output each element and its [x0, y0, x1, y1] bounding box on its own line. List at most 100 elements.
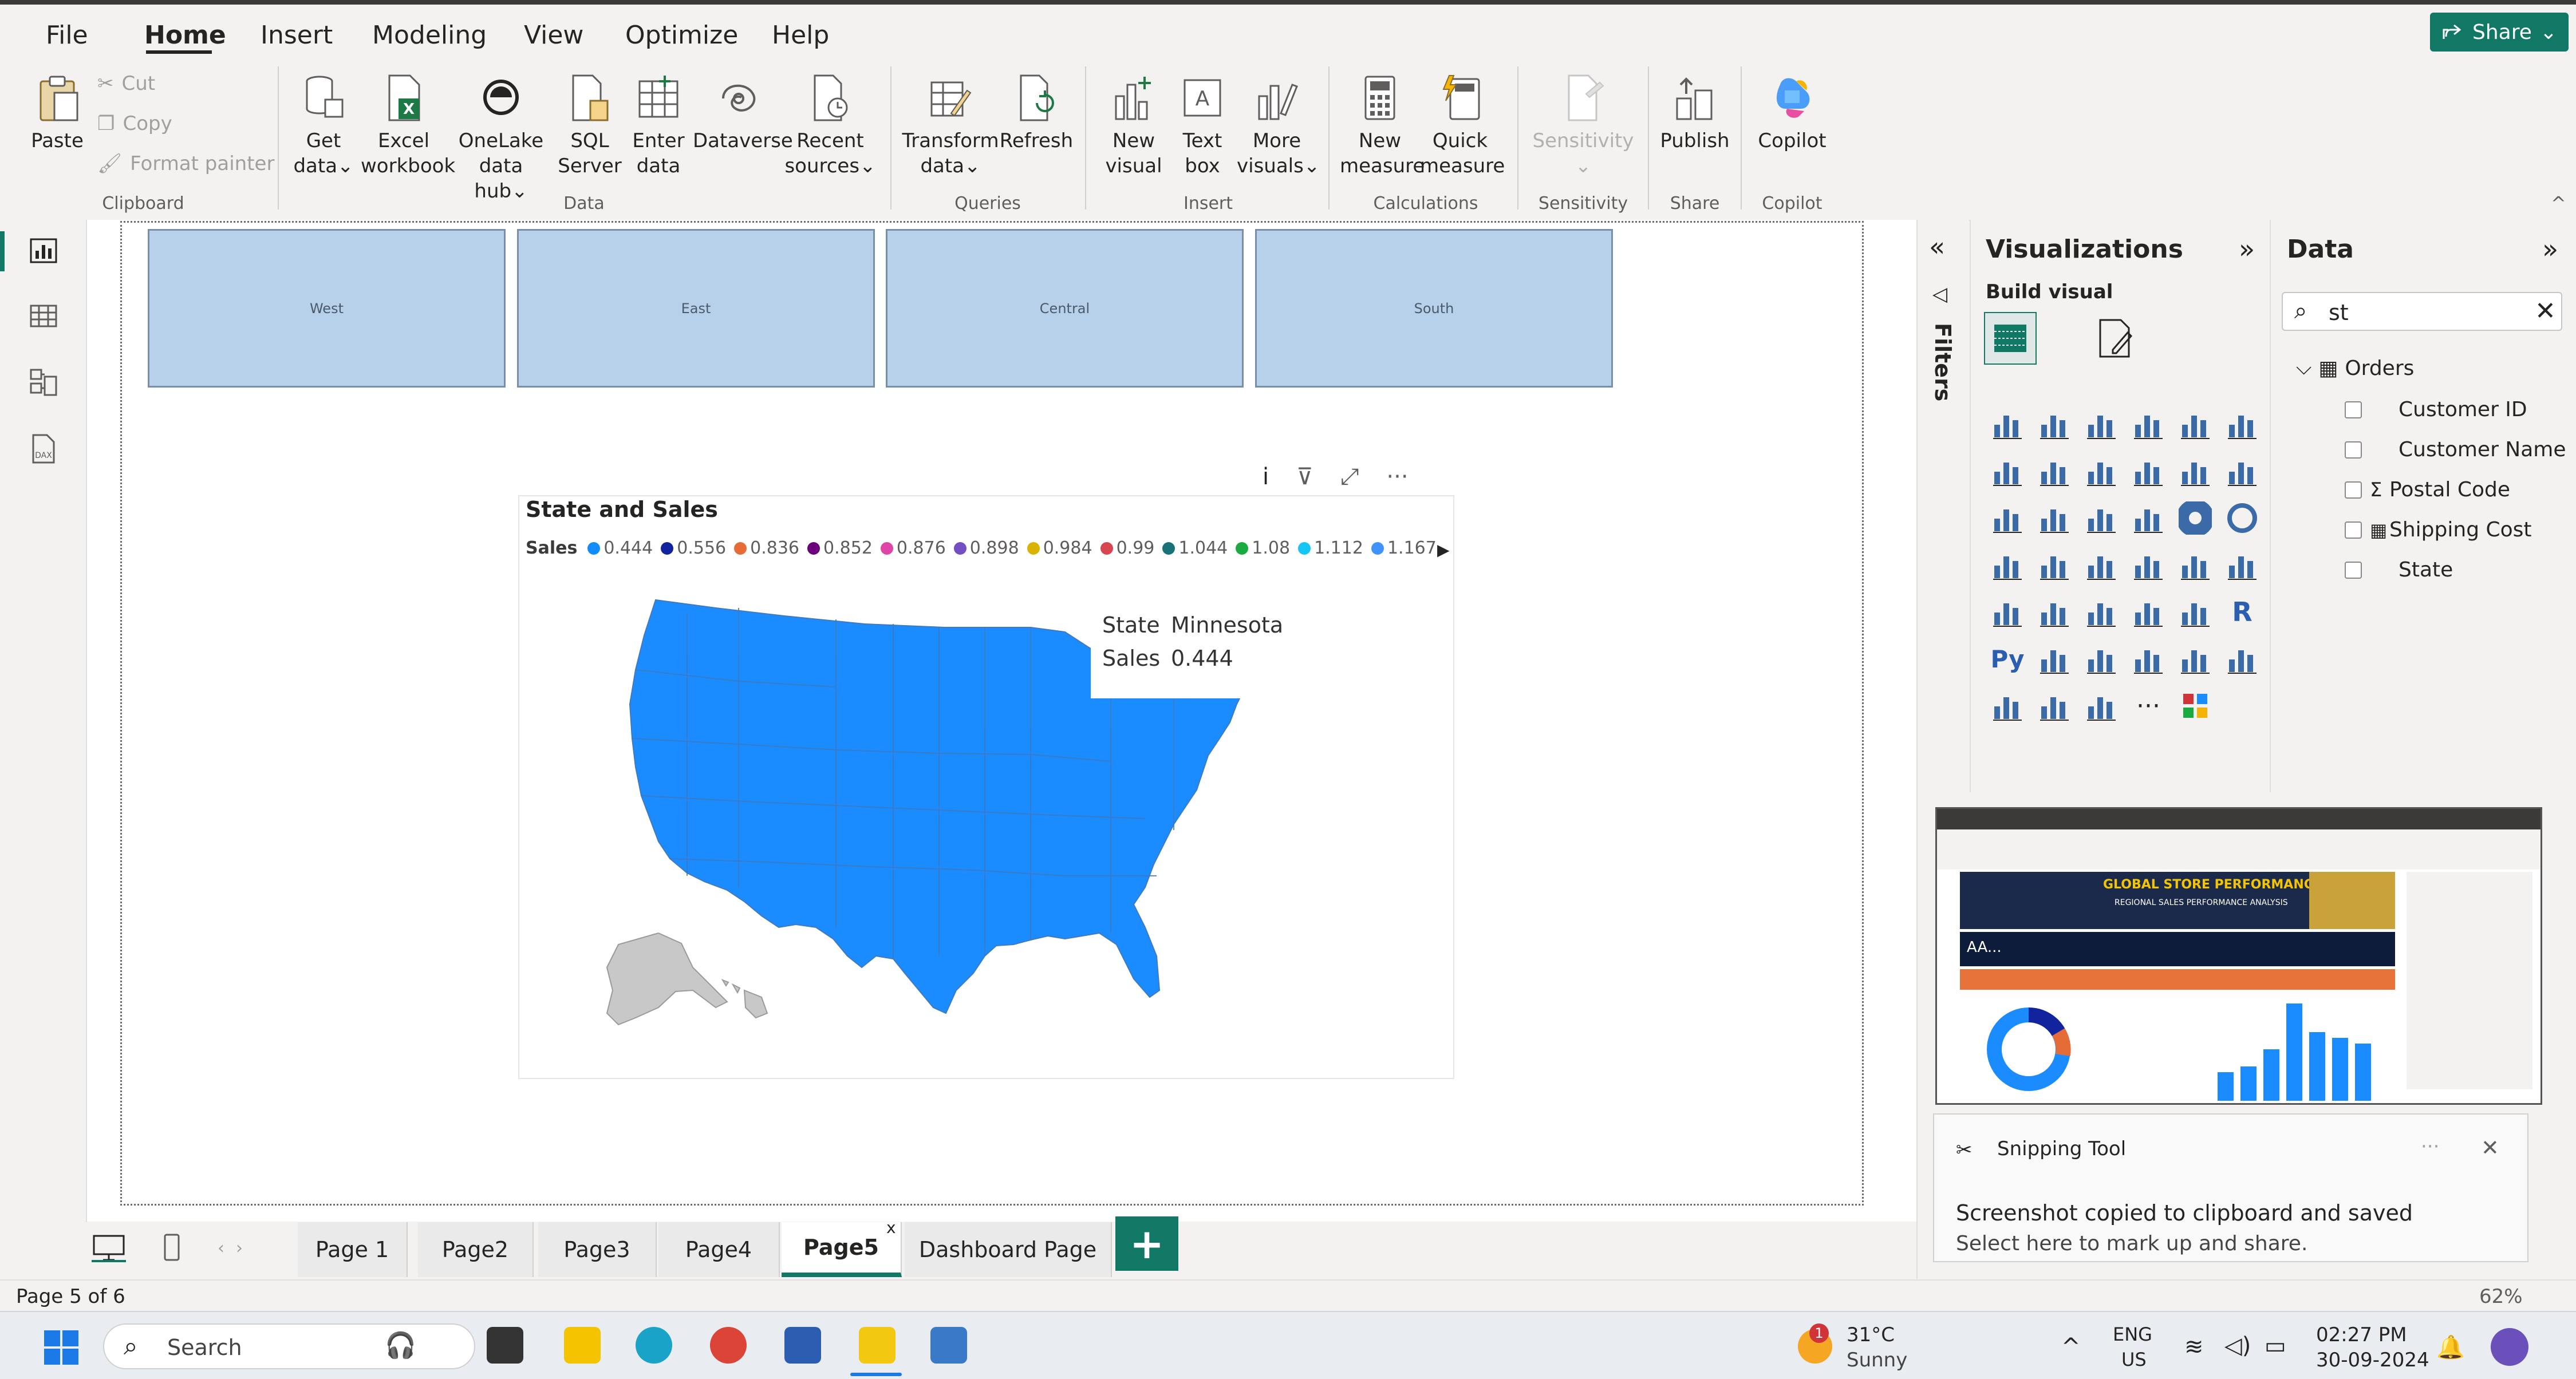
sensitivity-button[interactable]: Sensitivity ⌄	[1529, 73, 1638, 179]
visual-type-r-visual[interactable]: R	[2219, 588, 2266, 635]
visual-type-matrix[interactable]	[2172, 588, 2219, 635]
visual-type-stacked-column[interactable]	[2031, 401, 2078, 448]
excel-workbook-button[interactable]: X Excel workbook	[361, 73, 455, 179]
visual-type-map[interactable]	[2031, 542, 2078, 588]
menu-insert[interactable]: Insert	[261, 21, 333, 50]
table-view-icon[interactable]	[27, 300, 60, 332]
report-view-icon[interactable]	[27, 235, 60, 267]
expand-filters-icon[interactable]: «	[1929, 231, 1945, 262]
store-icon[interactable]	[784, 1327, 821, 1364]
legend-item[interactable]: 1.112	[1298, 538, 1363, 558]
collapse-data-icon[interactable]: »	[2542, 234, 2558, 264]
visual-type-decomposition-tree[interactable]	[2078, 635, 2125, 682]
visual-type-clustered-column[interactable]	[2125, 401, 2172, 448]
copy-button[interactable]: ❐ Copy	[97, 112, 172, 135]
menu-view[interactable]: View	[524, 21, 583, 50]
field-checkbox[interactable]	[2345, 481, 2362, 499]
more-options-icon[interactable]: ···	[2421, 1135, 2439, 1158]
visual-type-paginated[interactable]	[1984, 682, 2031, 729]
visual-type-azure-map[interactable]	[2125, 542, 2172, 588]
get-data-button[interactable]: Get data⌄	[289, 73, 358, 179]
format-painter-button[interactable]: 🖌 Format painter	[97, 152, 274, 175]
region-tile-central[interactable]: Central	[886, 229, 1244, 388]
add-page-button[interactable]: +	[1115, 1216, 1178, 1271]
clock-time[interactable]: 02:27 PM	[2316, 1323, 2407, 1346]
menu-home[interactable]: Home	[144, 21, 226, 50]
visual-type-metrics[interactable]	[2219, 635, 2266, 682]
visual-type-line-column[interactable]	[2219, 448, 2266, 495]
visual-type-scatter[interactable]	[2125, 495, 2172, 542]
region-tile-west[interactable]: West	[148, 229, 506, 388]
visual-type-line[interactable]	[1984, 448, 2031, 495]
battery-icon[interactable]: ▭	[2265, 1333, 2286, 1359]
dataverse-button[interactable]: Dataverse	[693, 73, 793, 153]
visual-type-area[interactable]	[2031, 448, 2078, 495]
more-visuals-button[interactable]: More visuals⌄	[1237, 73, 1320, 179]
dax-query-view-icon[interactable]: DAX	[27, 433, 60, 465]
file-explorer-icon[interactable]	[564, 1327, 601, 1364]
visual-type-stacked-area[interactable]	[2078, 448, 2125, 495]
new-visual-button[interactable]: New visual	[1096, 73, 1171, 179]
onelake-data-hub-button[interactable]: OneLake data hub⌄	[452, 73, 550, 204]
next-page-icon[interactable]: ›	[236, 1238, 243, 1258]
chrome-icon[interactable]	[710, 1327, 747, 1364]
visual-type-waterfall[interactable]	[2031, 495, 2078, 542]
legend-item[interactable]: 0.556	[661, 538, 726, 558]
field-customer-id[interactable]: Customer ID	[2345, 398, 2527, 421]
zoom-level[interactable]: 62%	[2479, 1285, 2523, 1308]
text-box-button[interactable]: A Text box	[1171, 73, 1234, 179]
mobile-layout-icon[interactable]	[160, 1234, 183, 1262]
share-button[interactable]: Share ⌄	[2430, 13, 2569, 52]
collapse-ribbon-icon[interactable]: ^	[2551, 192, 2566, 214]
snipping-tool-notification[interactable]: ✂ Snipping Tool ··· ✕ Screenshot copied …	[1933, 1113, 2528, 1262]
visual-type-donut[interactable]	[2219, 495, 2266, 542]
region-tile-south[interactable]: South	[1255, 229, 1613, 388]
menu-modeling[interactable]: Modeling	[372, 21, 487, 50]
refresh-button[interactable]: Refresh	[999, 73, 1074, 153]
paste-button[interactable]: Paste	[26, 73, 89, 153]
visual-type-ribbon[interactable]	[2125, 448, 2172, 495]
info-icon[interactable]: i	[1263, 464, 1269, 490]
notifications-icon[interactable]: 🔔	[2436, 1334, 2465, 1361]
transform-data-button[interactable]: Transform data⌄	[902, 73, 999, 179]
region-tile-east[interactable]: East	[517, 229, 875, 388]
quick-measure-button[interactable]: Quick measure	[1420, 73, 1505, 179]
legend-item[interactable]: 0.836	[734, 538, 799, 558]
legend-item[interactable]: 1.167	[1371, 538, 1437, 558]
get-more-visuals-icon[interactable]	[2172, 682, 2219, 729]
field-postal-code[interactable]: Σ Postal Code	[2345, 478, 2510, 501]
menu-optimize[interactable]: Optimize	[625, 21, 738, 50]
visual-type-slicer[interactable]	[2078, 588, 2125, 635]
legend-item[interactable]: 0.876	[880, 538, 946, 558]
visual-type-gauge[interactable]	[2172, 542, 2219, 588]
legend-next-arrow[interactable]: ▶	[1437, 540, 1450, 559]
visual-type-kpi[interactable]	[2031, 588, 2078, 635]
new-measure-button[interactable]: New measure	[1340, 73, 1425, 179]
data-search-box[interactable]: ⌕ st ✕	[2282, 292, 2562, 331]
desktop-layout-icon[interactable]	[92, 1234, 126, 1262]
visual-type-python-visual[interactable]: Py	[1984, 635, 2031, 682]
show-hidden-icons[interactable]: ^	[2061, 1334, 2081, 1360]
visual-type-treemap[interactable]	[1984, 542, 2031, 588]
visual-type-clustered-bar[interactable]	[2078, 401, 2125, 448]
visual-type-table[interactable]	[2125, 588, 2172, 635]
enter-data-button[interactable]: Enter data	[627, 73, 690, 179]
filter-icon[interactable]: ⊽	[1296, 464, 1313, 490]
page-tab-3[interactable]: Page3	[538, 1222, 657, 1277]
visual-type-100-column[interactable]	[2219, 401, 2266, 448]
visual-type-waterfall-line[interactable]	[2172, 448, 2219, 495]
field-state[interactable]: State	[2345, 558, 2453, 582]
legend-item[interactable]: 0.852	[807, 538, 873, 558]
legend-item[interactable]: 0.984	[1027, 538, 1092, 558]
page-tab-4[interactable]: Page4	[658, 1222, 780, 1277]
task-view-icon[interactable]	[487, 1327, 523, 1364]
visual-type-ribbon-chart[interactable]	[1984, 495, 2031, 542]
legend-item[interactable]: 0.444	[587, 538, 653, 558]
taskbar-search[interactable]: ⌕ Search 🎧	[103, 1323, 475, 1369]
visual-type-power-automate[interactable]	[2078, 682, 2125, 729]
model-view-icon[interactable]	[27, 366, 60, 398]
recent-sources-button[interactable]: Recent sources⌄	[784, 73, 876, 179]
collapse-visualizations-icon[interactable]: »	[2239, 234, 2255, 264]
visual-type-funnel[interactable]	[2078, 495, 2125, 542]
visual-type-power-apps[interactable]	[2031, 682, 2078, 729]
